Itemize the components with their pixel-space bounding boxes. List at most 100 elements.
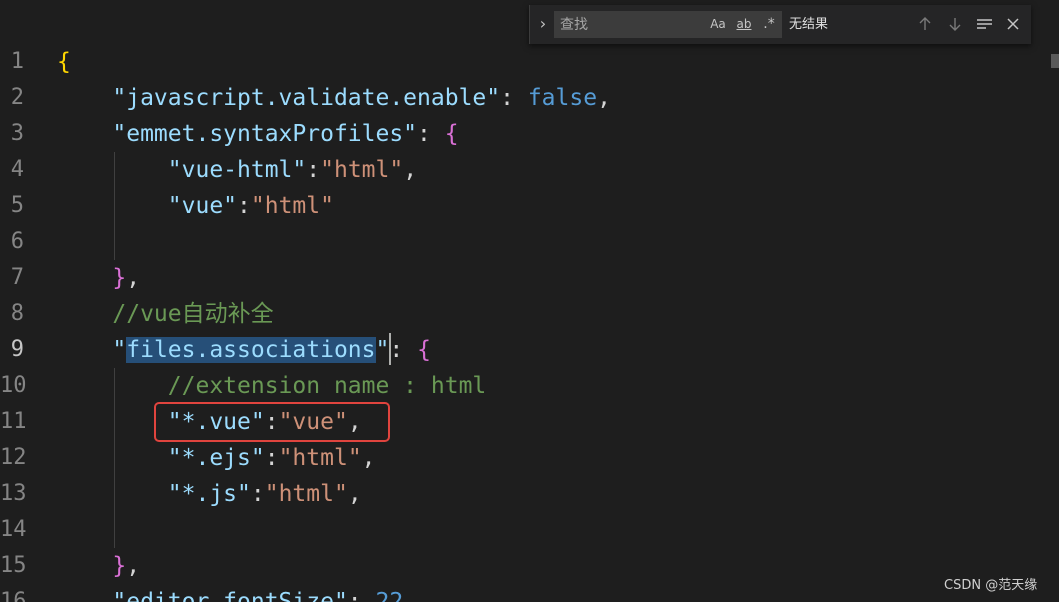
code-token: "html" — [250, 193, 334, 219]
code-line[interactable]: 1{ — [0, 44, 1059, 80]
code-token: : — [500, 85, 528, 111]
code-token: "html" — [278, 445, 362, 471]
code-token: : — [306, 157, 321, 183]
line-number: 12 — [0, 445, 27, 470]
code-line[interactable]: 16 "editor.fontSize": 22 — [0, 584, 1059, 602]
code-token: , — [126, 553, 141, 579]
code-token: , — [347, 481, 362, 507]
code-line[interactable]: 5 "vue":"html" — [0, 188, 1059, 224]
code-token: , — [597, 85, 611, 111]
close-icon — [1007, 18, 1019, 30]
previous-match-button[interactable] — [913, 12, 937, 36]
code-line[interactable]: 4 "vue-html":"html", — [0, 152, 1059, 188]
code-token: 22 — [375, 589, 404, 602]
text-cursor — [389, 333, 391, 365]
code-line[interactable]: 12 "*.ejs":"html", — [0, 440, 1059, 476]
line-text: "vue-html":"html", — [57, 152, 417, 188]
chevron-right-icon: › — [539, 14, 547, 33]
use-regex-button[interactable]: .* — [758, 13, 780, 35]
code-editor[interactable]: 1{2 "javascript.validate.enable": false,… — [0, 0, 1059, 602]
code-line[interactable]: 9 "files.associations": { — [0, 332, 1059, 368]
code-token: , — [126, 265, 141, 291]
code-token: { — [417, 337, 431, 363]
code-token: //extension name : html — [167, 373, 487, 399]
code-line[interactable]: 2 "javascript.validate.enable": false, — [0, 80, 1059, 116]
code-line[interactable]: 14 — [0, 512, 1059, 548]
line-number: 9 — [10, 337, 24, 362]
line-text: "*.js":"html", — [57, 476, 362, 512]
close-find-button[interactable] — [1001, 12, 1025, 36]
code-token: " — [375, 337, 390, 363]
line-text: //vue自动补全 — [57, 296, 274, 332]
scrollbar-thumb[interactable] — [1051, 54, 1059, 68]
code-token: files.associations — [126, 337, 376, 363]
indent-guide — [114, 152, 115, 260]
indent-guide — [114, 368, 115, 548]
line-text: "emmet.syntaxProfiles": { — [57, 116, 459, 152]
find-result-text: 无结果 — [789, 17, 829, 32]
code-token: , — [361, 445, 376, 471]
line-text: "editor.fontSize": 22 — [57, 584, 403, 602]
line-number: 1 — [10, 49, 24, 74]
code-line[interactable]: 8 //vue自动补全 — [0, 296, 1059, 332]
find-in-selection-button[interactable] — [973, 12, 997, 36]
code-token: , — [403, 157, 418, 183]
code-token: { — [444, 121, 459, 147]
code-token: : — [264, 445, 279, 471]
code-token: "*.js" — [167, 481, 251, 507]
code-token: "editor.fontSize" — [112, 589, 348, 602]
line-number: 11 — [0, 409, 27, 434]
code-line[interactable]: 3 "emmet.syntaxProfiles": { — [0, 116, 1059, 152]
line-number: 5 — [10, 193, 24, 218]
match-case-button[interactable]: Aa — [706, 13, 730, 35]
match-whole-word-button[interactable]: ab — [732, 13, 756, 35]
line-text: }, — [57, 260, 140, 296]
line-number: 10 — [0, 373, 27, 398]
next-match-button[interactable] — [943, 12, 967, 36]
code-token: "vue-html" — [167, 157, 307, 183]
code-line[interactable]: 13 "*.js":"html", — [0, 476, 1059, 512]
code-token: : — [237, 193, 251, 219]
code-token: } — [112, 265, 127, 291]
code-line[interactable]: 15 }, — [0, 548, 1059, 584]
code-token: : — [250, 481, 265, 507]
arrow-up-icon — [919, 17, 931, 30]
toggle-replace-button[interactable]: › — [534, 13, 552, 35]
code-token: } — [112, 553, 127, 579]
line-number: 14 — [0, 517, 27, 542]
code-token: "html" — [264, 481, 348, 507]
line-number: 8 — [10, 301, 24, 326]
code-token: //vue自动补全 — [112, 301, 274, 327]
line-number: 2 — [10, 85, 24, 110]
line-number: 4 — [10, 157, 24, 182]
line-number: 15 — [0, 553, 27, 578]
code-line[interactable]: 10 //extension name : html — [0, 368, 1059, 404]
code-token: "*.ejs" — [167, 445, 265, 471]
code-token: : — [347, 589, 376, 602]
find-widget: › Aa ab .* 无结果 — [529, 5, 1031, 44]
code-token: "emmet.syntaxProfiles" — [112, 121, 418, 147]
line-text: { — [57, 44, 71, 80]
code-token: "vue" — [167, 193, 238, 219]
line-text: "javascript.validate.enable": false, — [57, 80, 611, 116]
list-selection-icon — [977, 19, 992, 29]
arrow-down-icon — [949, 18, 961, 31]
code-token: { — [57, 49, 71, 75]
code-line[interactable]: 6 — [0, 224, 1059, 260]
code-line[interactable]: 7 }, — [0, 260, 1059, 296]
code-token: "html" — [320, 157, 404, 183]
code-token: : — [389, 337, 418, 363]
code-token: false — [527, 85, 598, 111]
